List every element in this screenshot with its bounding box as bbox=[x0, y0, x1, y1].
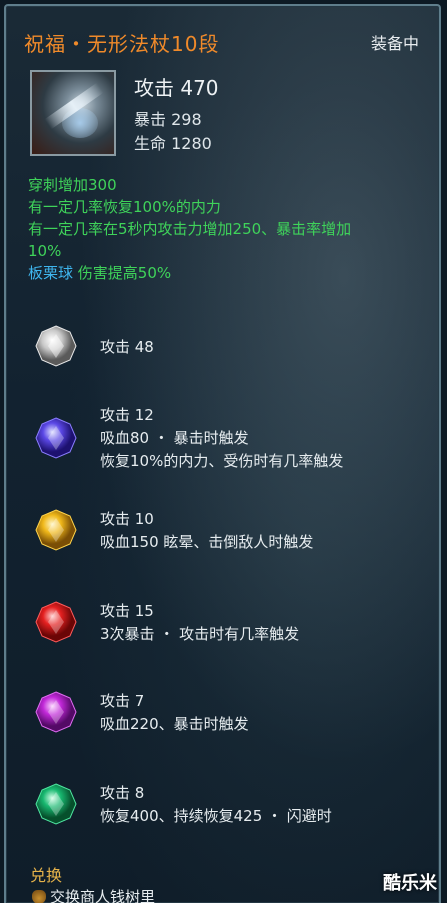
gem-line: 吸血80 ・ 暴击时触发 bbox=[100, 429, 249, 447]
exchange-item: 交换商人钱树里 bbox=[32, 886, 155, 903]
effect-line: 有一定几率在5秒内攻击力增加250、暴击率增加 bbox=[28, 220, 352, 238]
green-gem-icon bbox=[34, 782, 78, 826]
gem-line: 攻击 8 bbox=[100, 784, 145, 802]
gem-line: 攻击 48 bbox=[100, 338, 154, 356]
purple-gem-icon bbox=[34, 690, 78, 734]
money-bag-icon bbox=[32, 890, 46, 903]
main-attack-stat: 攻击 470 bbox=[134, 76, 219, 100]
watermark: 酷乐米 bbox=[383, 873, 437, 894]
gem-line: 攻击 7 bbox=[100, 692, 145, 710]
gem-line: 吸血220、暴击时触发 bbox=[100, 715, 249, 733]
exchange-title: 兑换 bbox=[30, 866, 63, 885]
yellow-gem-icon bbox=[34, 508, 78, 552]
gem-line: 3次暴击 ・ 攻击时有几率触发 bbox=[100, 625, 300, 643]
blue-gem-icon bbox=[34, 416, 78, 460]
red-gem-icon bbox=[34, 600, 78, 644]
hp-stat: 生命 1280 bbox=[134, 134, 212, 153]
white-gem-icon bbox=[34, 324, 78, 368]
set-bonus: 板栗球 伤害提高50% bbox=[28, 262, 428, 284]
staff-item-icon bbox=[30, 70, 116, 156]
gem-line: 恢复400、持续恢复425 ・ 闪避时 bbox=[100, 807, 332, 825]
item-tooltip: 祝福・无形法杖10段 装备中 攻击 470 暴击 298 生命 1280 穿刺增… bbox=[4, 4, 441, 903]
set-bonus-name: 板栗球 bbox=[28, 264, 74, 282]
effect-line: 穿刺增加300 bbox=[28, 176, 117, 194]
equipped-status: 装备中 bbox=[370, 34, 419, 53]
crit-stat: 暴击 298 bbox=[134, 110, 202, 129]
gem-line: 攻击 10 bbox=[100, 510, 154, 528]
gem-line: 吸血150 眩晕、击倒敌人时触发 bbox=[100, 533, 314, 551]
set-bonus-text: 伤害提高50% bbox=[77, 264, 172, 282]
gem-line: 攻击 15 bbox=[100, 602, 154, 620]
effects-list: 穿刺增加300 有一定几率恢复100%的内力 有一定几率在5秒内攻击力增加250… bbox=[28, 174, 428, 284]
item-title: 祝福・无形法杖10段 bbox=[24, 32, 220, 56]
effect-line: 有一定几率恢复100%的内力 bbox=[28, 198, 221, 216]
gem-line: 恢复10%的内力、受伤时有几率触发 bbox=[100, 452, 344, 470]
gem-line: 攻击 12 bbox=[100, 406, 154, 424]
effect-line: 10% bbox=[28, 242, 62, 260]
